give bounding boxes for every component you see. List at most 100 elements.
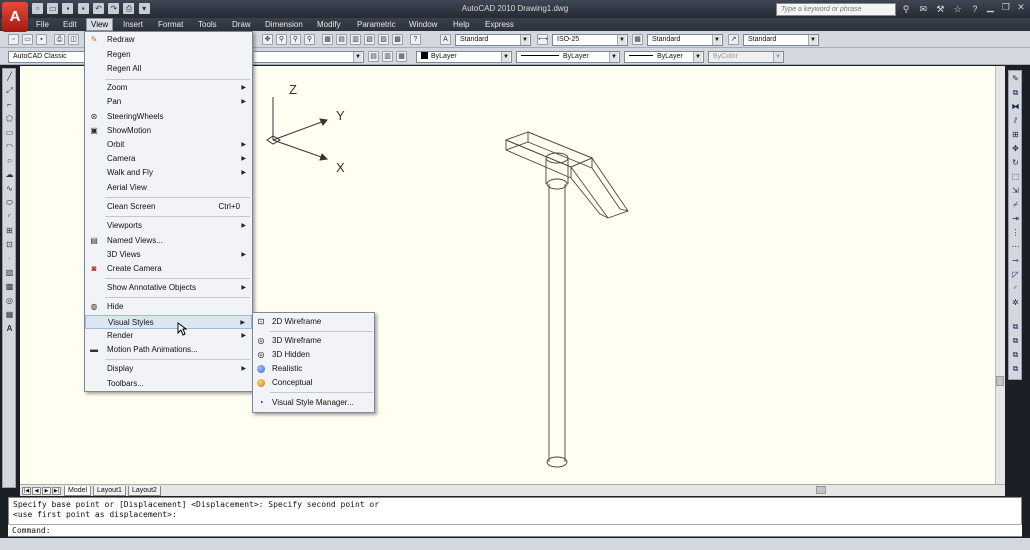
color-combo[interactable]: ByLayer ▼ [416,51,512,63]
prev-tab-button[interactable]: ◀ [32,487,41,495]
menu-item-steeringwheels[interactable]: ⊛ SteeringWheels [85,110,252,124]
save-as-icon[interactable]: ▪ [77,3,89,14]
lineweight-combo[interactable]: ByLayer ▼ [624,51,704,63]
menu-item-conceptual[interactable]: Conceptual [253,376,374,390]
help-icon[interactable]: ? [969,3,981,15]
zoom-previous-icon[interactable]: ⚲ [304,34,315,45]
linetype-combo[interactable]: ByLayer ▼ [516,51,620,63]
ellipse-icon[interactable]: ⬭ [4,197,15,208]
menu-draw[interactable]: Draw [232,20,251,29]
rotate-icon[interactable]: ↻ [1010,157,1021,168]
menu-item-showmotion[interactable]: ▣ ShowMotion [85,124,252,138]
region-icon[interactable]: ◎ [4,295,15,306]
join-icon[interactable]: ⊸ [1010,255,1021,266]
menu-item-zoom[interactable]: Zoom ▶ [85,81,252,95]
menu-view[interactable]: View [86,18,114,31]
menu-dimension[interactable]: Dimension [265,20,303,29]
menu-item-hide[interactable]: ◍ Hide [85,300,252,314]
open-file-icon[interactable]: ▭ [22,34,33,45]
rectangle-icon[interactable]: ▭ [4,127,15,138]
qa-dropdown-icon[interactable]: ▾ [138,3,150,14]
tab-layout1[interactable]: Layout1 [93,486,126,496]
restore-icon[interactable]: ❐ [999,2,1012,14]
menu-item-walk-and-fly[interactable]: Walk and Fly ▶ [85,166,252,180]
offset-icon[interactable]: ⫽ [1010,115,1021,126]
menu-item-visual-styles[interactable]: Visual Styles ▶ [85,315,252,329]
menu-item-motion-path-animations[interactable]: ▬ Motion Path Animations... [85,343,252,357]
point-icon[interactable]: · [4,253,15,264]
ellipse-arc-icon[interactable]: ◜ [4,211,15,222]
trim-icon[interactable]: ⌿ [1010,199,1021,210]
save-file-icon[interactable]: ▪ [36,34,47,45]
first-tab-button[interactable]: |◀ [22,487,31,495]
new-icon[interactable]: ▫ [32,3,43,14]
menu-insert[interactable]: Insert [123,20,143,29]
chamfer-icon[interactable]: ◸ [1010,269,1021,280]
menu-item-clean-screen[interactable]: Clean Screen Ctrl+0 [85,200,252,214]
menu-item-aerial-view[interactable]: Aerial View [85,181,252,195]
tab-layout2[interactable]: Layout2 [128,486,161,496]
menu-item-redraw[interactable]: ✎ Redraw [85,33,252,47]
text-style-icon[interactable]: A [440,34,451,45]
menu-item-named-views[interactable]: ▤ Named Views... [85,234,252,248]
open-icon[interactable]: ▭ [47,3,59,14]
tool-palettes-icon[interactable]: ▥ [350,34,361,45]
minimize-icon[interactable]: ▁ [984,2,997,14]
construction-line-icon[interactable]: ⤢ [4,85,15,96]
menu-item-camera[interactable]: Camera ▶ [85,152,252,166]
send-back-icon[interactable]: ⧉ [1010,349,1021,360]
gradient-icon[interactable]: ▩ [4,281,15,292]
application-menu-button[interactable]: A [2,2,28,32]
menu-item-create-camera[interactable]: ◙ Create Camera [85,262,252,276]
make-block-icon[interactable]: ⊡ [4,239,15,250]
sheet-set-icon[interactable]: ▧ [364,34,375,45]
menu-edit[interactable]: Edit [63,20,77,29]
save-icon[interactable]: ▪ [62,3,74,14]
last-tab-button[interactable]: ▶| [52,487,61,495]
table-style-icon[interactable]: ▦ [632,34,643,45]
menu-item-viewports[interactable]: Viewports ▶ [85,219,252,233]
stretch-icon[interactable]: ⇲ [1010,185,1021,196]
menu-file[interactable]: File [36,20,49,29]
layer-states-icon[interactable]: ▦ [396,51,407,62]
close-icon[interactable]: ✕ [1014,2,1027,14]
menu-express[interactable]: Express [485,20,514,29]
menu-item-pan[interactable]: Pan ▶ [85,95,252,109]
menu-item-show-annotative-objects[interactable]: Show Annotative Objects ▶ [85,281,252,295]
move-icon[interactable]: ✥ [1010,143,1021,154]
polygon-icon[interactable]: ⬠ [4,113,15,124]
menu-item-3d-wireframe[interactable]: ◎ 3D Wireframe [253,334,374,348]
polyline-icon[interactable]: ⌐ [4,99,15,110]
layer-previous-icon[interactable]: ▥ [382,51,393,62]
menu-item-toolbars[interactable]: Toolbars... [85,377,252,391]
menu-window[interactable]: Window [409,20,437,29]
insert-block-icon[interactable]: ⊞ [4,225,15,236]
menu-tools[interactable]: Tools [198,20,217,29]
table-style-combo[interactable]: Standard ▼ [647,34,723,46]
menu-item-2d-wireframe[interactable]: ⊡ 2D Wireframe [253,315,374,329]
menu-modify[interactable]: Modify [317,20,341,29]
menu-item-regen[interactable]: Regen [85,48,252,62]
menu-item-render[interactable]: Render ▶ [85,329,252,343]
copy-icon[interactable]: ⧉ [1010,87,1021,98]
horizontal-scroll-thumb[interactable] [816,486,826,494]
erase-icon[interactable]: ✎ [1010,73,1021,84]
line-icon[interactable]: ╱ [4,71,15,82]
zoom-window-icon[interactable]: ⚲ [290,34,301,45]
qnew-icon[interactable]: ▫ [8,34,19,45]
menu-item-display[interactable]: Display ▶ [85,362,252,376]
menu-format[interactable]: Format [158,20,183,29]
vertical-scroll-thumb[interactable] [996,376,1004,386]
redo-icon[interactable]: ↷ [108,3,120,14]
break-at-point-icon[interactable]: ⋮ [1010,227,1021,238]
plot-icon[interactable]: ⎙ [123,3,135,14]
workspace-combo[interactable]: AutoCAD Classic [8,51,86,63]
dim-style-combo[interactable]: ISO-25 ▼ [552,34,628,46]
menu-help[interactable]: Help [453,20,469,29]
bring-above-icon[interactable]: ⧉ [1010,363,1021,374]
favorites-icon[interactable]: ☆ [952,3,964,15]
mirror-icon[interactable]: ⧓ [1010,101,1021,112]
arc-icon[interactable]: ◠ [4,141,15,152]
circle-icon[interactable]: ○ [4,155,15,166]
scale-icon[interactable]: ⬚ [1010,171,1021,182]
